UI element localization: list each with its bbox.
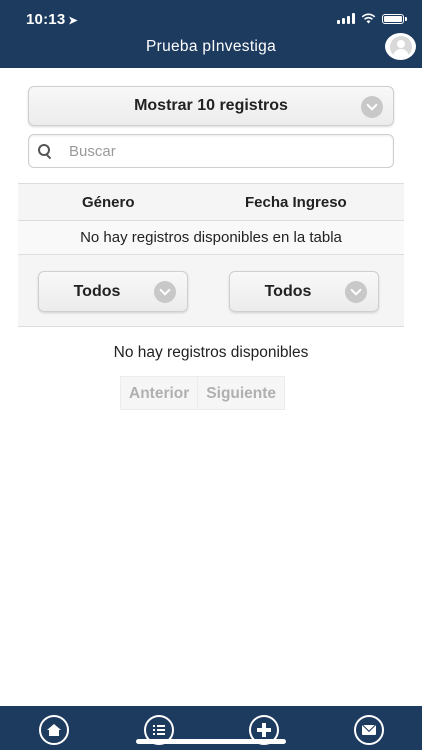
chevron-down-icon [345,281,367,303]
search-icon [38,144,52,160]
chevron-down-icon [361,96,383,118]
cellular-signal-icon [337,13,355,24]
next-page-button[interactable]: Siguiente [198,376,286,410]
search-input[interactable] [69,135,379,167]
battery-icon [382,13,407,24]
previous-page-button[interactable]: Anterior [120,376,199,410]
status-icons [337,13,407,24]
filter-genero-select[interactable]: Todos [38,271,188,312]
status-time-text: 10:13 [26,11,66,28]
empty-table-message: No hay registros disponibles en la tabla [18,221,404,255]
location-arrow-icon: ➤ [68,15,78,27]
home-icon[interactable] [39,715,69,745]
home-indicator [136,739,286,744]
filter-fecha-ingreso-select[interactable]: Todos [229,271,379,312]
bottom-tab-bar [0,706,422,750]
column-header-fecha-ingreso[interactable]: Fecha Ingreso [245,184,347,221]
user-avatar-icon[interactable] [385,33,416,60]
status-time: 10:13 ➤ [26,11,78,28]
wifi-icon [361,13,376,24]
filter-genero-label: Todos [73,283,121,300]
page-title: Prueba pInvestiga [145,38,277,55]
table-info: No hay registros disponibles [113,344,309,361]
table-header: Género Fecha Ingreso [18,183,404,221]
page-length-select[interactable]: Mostrar 10 registros [28,86,394,126]
page-length-label: Mostrar 10 registros [134,97,288,114]
column-filters: Todos Todos [18,255,404,327]
filter-fecha-ingreso-label: Todos [264,283,312,300]
top-bar: 10:13 ➤ Prueba pInvestiga [0,0,422,68]
chevron-down-icon [154,281,176,303]
search-field[interactable] [28,134,394,168]
column-header-genero[interactable]: Género [82,184,135,221]
pagination: Anterior Siguiente [120,376,286,410]
mail-icon[interactable] [354,715,384,745]
